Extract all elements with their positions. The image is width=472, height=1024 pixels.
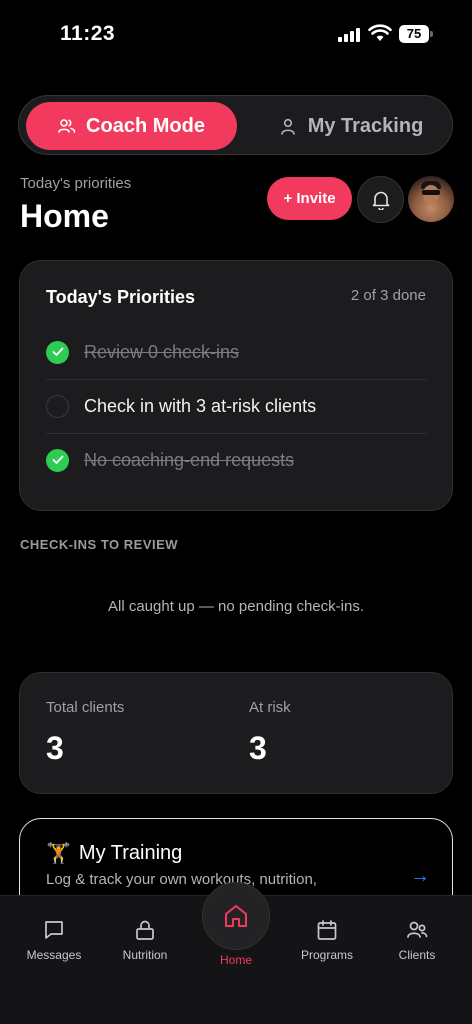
- training-description: Log & track your own workouts, nutrition…: [46, 871, 317, 888]
- arrow-right-icon[interactable]: →: [410, 865, 430, 888]
- bottom-nav: Messages Nutrition Home Programs Clients: [0, 882, 472, 1024]
- nav-nutrition-label: Nutrition: [122, 948, 168, 962]
- weightlifter-icon: 🏋️: [46, 843, 71, 865]
- priority-item[interactable]: Review 0 check-ins: [46, 325, 427, 379]
- priority-item[interactable]: Check in with 3 at-risk clients: [46, 379, 427, 433]
- coach-mode-button[interactable]: Coach Mode: [26, 102, 237, 150]
- nav-clients-label: Clients: [398, 948, 436, 962]
- at-risk-label: At risk: [249, 699, 291, 716]
- nav-nutrition[interactable]: Nutrition: [100, 918, 190, 962]
- training-title: 🏋️ My Training: [46, 841, 182, 866]
- at-risk-value: 3: [249, 730, 267, 766]
- nav-programs-label: Programs: [300, 948, 353, 962]
- at-risk-stat: At risk 3: [249, 699, 291, 767]
- checkins-section-label: CHECK-INS TO REVIEW: [20, 537, 179, 552]
- priority-label: Check in with 3 at-risk clients: [84, 395, 317, 416]
- priority-label: Review 0 check-ins: [84, 341, 240, 362]
- users-icon: [58, 119, 76, 133]
- my-tracking-label: My Tracking: [307, 114, 424, 137]
- nav-messages[interactable]: Messages: [9, 918, 99, 962]
- checkins-empty-message: All caught up — no pending check-ins.: [108, 598, 364, 615]
- notifications-button[interactable]: [357, 176, 404, 223]
- battery-level: 75: [399, 25, 429, 43]
- nav-programs[interactable]: Programs: [282, 918, 372, 962]
- priority-label: No coaching-end requests: [84, 449, 295, 470]
- total-clients-value: 3: [46, 730, 64, 766]
- users-icon: [407, 921, 428, 938]
- page-title: Home: [20, 198, 109, 234]
- nav-messages-label: Messages: [26, 948, 82, 962]
- lock-icon: [136, 920, 154, 940]
- check-icon: [46, 340, 69, 364]
- battery-icon: 75: [399, 25, 433, 43]
- my-tracking-button[interactable]: My Tracking: [254, 102, 449, 150]
- training-title-label: My Training: [78, 842, 183, 864]
- check-icon: [46, 448, 69, 472]
- user-icon: [280, 118, 295, 135]
- coach-mode-label: Coach Mode: [86, 114, 205, 137]
- calendar-icon: [317, 920, 337, 940]
- nav-clients[interactable]: Clients: [372, 918, 462, 962]
- priority-item[interactable]: No coaching-end requests: [46, 433, 427, 487]
- bell-icon: [372, 191, 389, 210]
- empty-circle-icon: [46, 394, 69, 418]
- message-icon: [45, 921, 63, 939]
- avatar[interactable]: [408, 176, 454, 222]
- home-icon: [225, 905, 247, 927]
- priorities-title: Today's Priorities: [46, 287, 195, 307]
- stats-card: Total clients 3 At risk 3: [19, 672, 453, 794]
- priorities-count: 2 of 3 done: [350, 287, 426, 304]
- priorities-card: Today's Priorities 2 of 3 done Review 0 …: [19, 260, 453, 511]
- wifi-icon: [368, 24, 392, 41]
- page-subtitle: Today's priorities: [20, 175, 132, 192]
- status-time: 11:23: [60, 22, 116, 45]
- total-clients-stat: Total clients 3: [46, 699, 124, 767]
- mode-switch: Coach Mode My Tracking: [18, 95, 453, 155]
- status-bar: 11:23 75: [0, 0, 472, 70]
- nav-home[interactable]: [202, 882, 270, 950]
- invite-button[interactable]: + Invite: [267, 177, 352, 220]
- total-clients-label: Total clients: [46, 699, 125, 716]
- nav-home-label: Home: [219, 953, 252, 967]
- signal-icon: [338, 28, 360, 42]
